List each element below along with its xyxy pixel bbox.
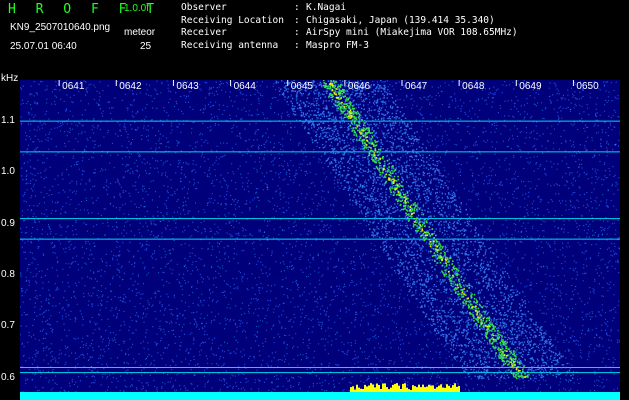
x-tick-label: 0646 [347,81,371,92]
y-tick-label: 0.6 [1,371,15,383]
meteor-count: 25 [140,41,152,52]
meteor-label: meteor [124,27,156,38]
station-info: Observer: K.Nagai Receiving Location: Chig… [181,2,518,52]
info-row-location: Receiving Location: Chigasaki, Japan (139… [181,14,495,26]
app-version: 1.0.0f [124,3,150,14]
baseline-strip [20,392,620,400]
y-tick-label: 1.1 [1,115,15,127]
x-tick-label: 0642 [119,81,142,92]
y-tick-label: 0.9 [1,217,15,229]
file-name: KN9_2507010640.png [10,22,111,33]
file-datetime: 25.07.01 06:40 [10,41,77,52]
y-tick-label: 0.8 [1,269,15,281]
x-tick-label: 0650 [576,81,599,92]
spectrogram-plot[interactable] [20,80,620,400]
plot-background [20,80,620,400]
x-tick-label: 0645 [290,81,313,92]
spectrogram-svg [20,80,620,400]
x-tick-label: 0644 [233,81,256,92]
y-tick-label: 1.0 [1,166,15,178]
info-row-antenna: Receiving antenna: Maspro FM-3 [181,39,369,51]
info-row-receiver: Receiver: AirSpy mini (Miakejima VOR 108.… [181,27,518,38]
x-tick-label: 0649 [519,81,542,92]
x-tick-label: 0641 [62,81,85,92]
y-tick-label: 0.7 [1,320,15,332]
header-panel: H R O F F T 1.0.0f KN9_2507010640.png me… [0,0,629,78]
x-tick-label: 0648 [462,81,485,92]
y-axis-unit: kHz [1,73,19,84]
x-tick-label: 0643 [176,81,199,92]
info-row-observer: Observer: K.Nagai [181,2,347,13]
x-tick-label: 0647 [405,81,428,92]
